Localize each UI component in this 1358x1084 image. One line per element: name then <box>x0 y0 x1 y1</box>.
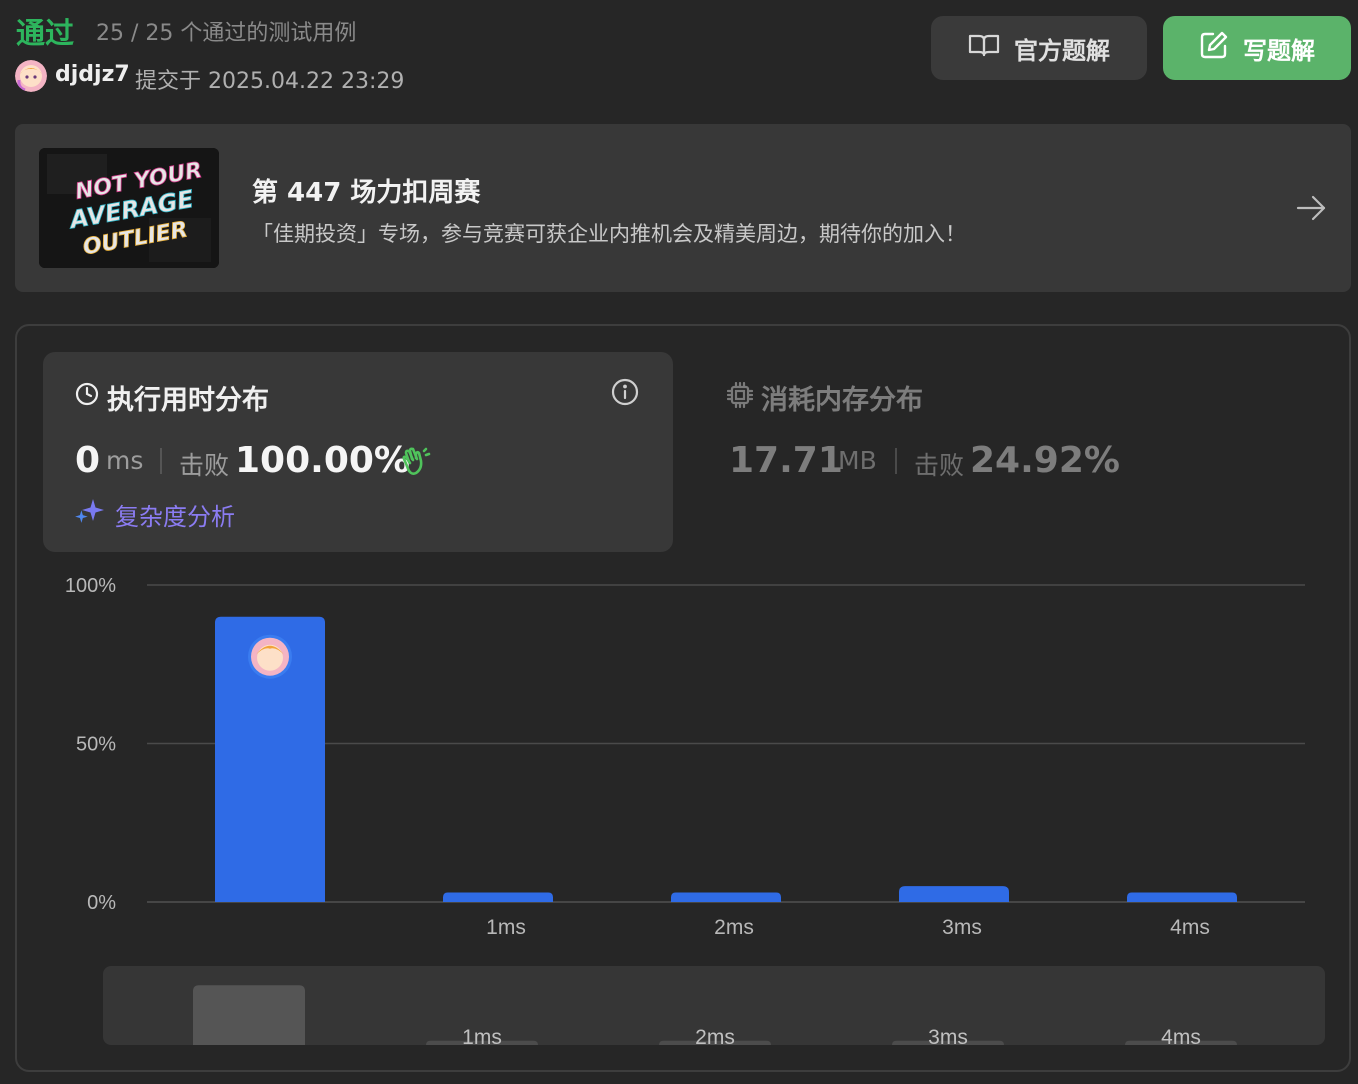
chart-bar[interactable] <box>671 892 781 902</box>
edit-icon <box>1199 30 1229 66</box>
official-solution-button[interactable]: 官方题解 <box>931 16 1147 80</box>
info-icon[interactable] <box>611 378 639 406</box>
write-solution-button[interactable]: 写题解 <box>1163 16 1351 80</box>
runtime-card[interactable]: 执行用时分布 0 ms 击败 100.00% 复杂度分析 <box>43 352 673 552</box>
clap-icon <box>400 446 432 478</box>
memory-card[interactable]: 消耗内存分布 17.71 MB 击败 24.92% <box>717 352 1337 552</box>
memory-value: 17.71 <box>729 440 843 481</box>
runtime-value: 0 <box>75 440 101 481</box>
clock-icon <box>75 382 99 406</box>
chart-bar[interactable] <box>443 892 553 902</box>
sparkle-icon <box>75 497 105 527</box>
chart-bar[interactable] <box>899 886 1009 902</box>
contest-title: 第 447 场力扣周赛 <box>252 178 481 208</box>
runtime-unit: ms <box>106 446 144 475</box>
avatar[interactable] <box>15 60 47 92</box>
divider <box>895 448 897 474</box>
runtime-beat-label: 击败 <box>179 451 230 480</box>
divider <box>160 448 162 474</box>
submission-time: 提交于 2025.04.22 23:29 <box>135 69 405 94</box>
book-icon <box>968 33 1000 63</box>
contest-description: 「佳期投资」专场，参与竞赛可获企业内推机会及精美周边，期待你的加入！ <box>252 222 966 246</box>
test-cases-summary: 25 / 25 个通过的测试用例 <box>96 21 357 46</box>
memory-beat-value: 24.92% <box>970 440 1120 481</box>
chart-bar[interactable] <box>1127 892 1237 902</box>
memory-beat-label: 击败 <box>914 451 965 480</box>
runtime-beat-value: 100.00% <box>235 440 410 481</box>
memory-title: 消耗内存分布 <box>761 385 923 416</box>
chip-icon <box>726 381 754 409</box>
submission-status: 通过 <box>16 16 75 50</box>
contest-banner[interactable]: NOT YOUR AVERAGE OUTLIER 第 447 场力扣周赛 「佳期… <box>15 124 1351 292</box>
chart-bar[interactable] <box>215 616 325 902</box>
runtime-title: 执行用时分布 <box>107 385 269 416</box>
official-solution-label: 官方题解 <box>1014 36 1110 65</box>
memory-unit: MB <box>838 446 877 475</box>
contest-image: NOT YOUR AVERAGE OUTLIER <box>39 148 219 268</box>
username[interactable]: djdjz7 <box>55 62 130 87</box>
arrow-right-icon[interactable] <box>1295 192 1327 224</box>
write-solution-label: 写题解 <box>1243 36 1315 65</box>
complexity-analysis-link[interactable]: 复杂度分析 <box>115 497 235 532</box>
